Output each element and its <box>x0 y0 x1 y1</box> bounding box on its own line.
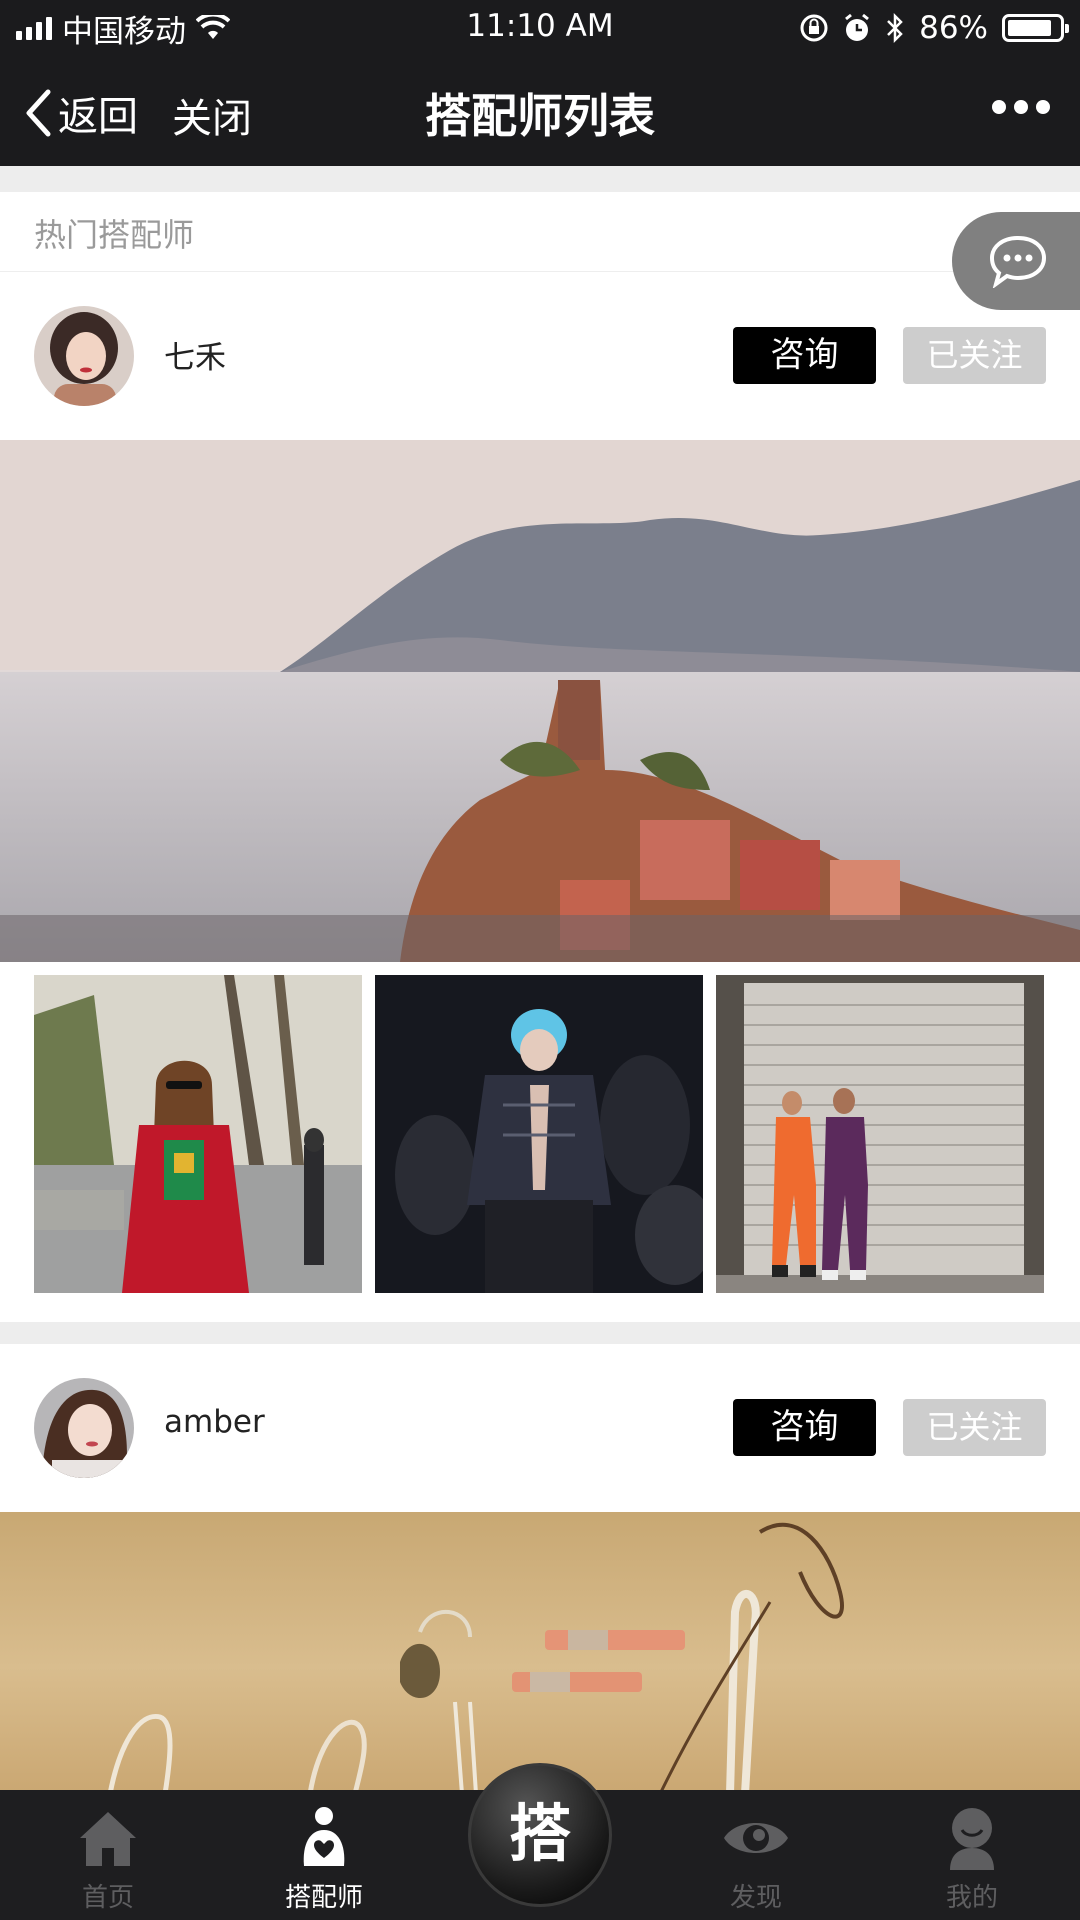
more-dot <box>992 100 1006 114</box>
look-thumbnail[interactable] <box>375 975 703 1293</box>
page-title: 搭配师列表 <box>425 89 655 143</box>
more-menu-button[interactable] <box>992 90 1050 124</box>
profile-icon <box>950 1808 994 1870</box>
battery-fill <box>1008 20 1051 36</box>
cover-image[interactable] <box>0 440 1080 962</box>
stylist-icon <box>303 1807 345 1866</box>
stylist-card: amber 咨询 已关注 <box>0 1344 1080 1794</box>
more-dot <box>1036 100 1050 114</box>
tab-profile[interactable]: 我的 <box>864 1790 1080 1920</box>
avatar[interactable] <box>34 306 134 406</box>
look-thumbnail[interactable] <box>34 975 362 1293</box>
battery-icon <box>1002 14 1069 42</box>
follow-button[interactable]: 已关注 <box>903 327 1046 384</box>
look-thumbnail[interactable] <box>716 975 1044 1293</box>
status-bar: 中国移动 11:10 AM 86% <box>0 0 1080 56</box>
follow-button[interactable]: 已关注 <box>903 1399 1046 1456</box>
stylist-card: 七禾 咨询 已关注 <box>0 272 1080 1322</box>
eye-icon <box>724 1823 788 1853</box>
battery-percent: 86% <box>919 10 988 46</box>
nav-bar: 返回 关闭 搭配师列表 <box>0 56 1080 166</box>
rotation-lock-icon <box>800 14 828 42</box>
customer-service-button[interactable] <box>952 212 1080 310</box>
tab-discover[interactable]: 发现 <box>648 1790 864 1920</box>
stylist-header: 七禾 咨询 已关注 <box>0 272 1080 440</box>
cover-image[interactable] <box>0 1512 1080 1794</box>
tab-home[interactable]: 首页 <box>0 1790 216 1920</box>
chat-bubble-icon <box>989 235 1047 288</box>
more-dot <box>1014 100 1028 114</box>
section-header: 热门搭配师 <box>0 192 1080 272</box>
avatar[interactable] <box>34 1378 134 1478</box>
tab-label: 发现 <box>729 1883 782 1913</box>
stylist-header: amber 咨询 已关注 <box>0 1344 1080 1512</box>
center-match-button[interactable]: 搭 <box>468 1763 612 1907</box>
status-right: 86% <box>799 8 1069 48</box>
tab-label: 首页 <box>81 1883 134 1913</box>
tab-label: 搭配师 <box>284 1883 363 1913</box>
section-title: 热门搭配师 <box>34 216 195 254</box>
consult-button[interactable]: 咨询 <box>733 1399 876 1456</box>
alarm-icon <box>845 13 870 41</box>
home-icon <box>80 1812 136 1866</box>
tab-label: 我的 <box>945 1883 998 1913</box>
look-thumbnails <box>34 975 1046 1293</box>
tab-stylist[interactable]: 搭配师 <box>216 1790 432 1920</box>
stylist-name: 七禾 <box>164 340 226 376</box>
stylist-name: amber <box>164 1404 265 1440</box>
bluetooth-icon <box>887 12 903 44</box>
consult-button[interactable]: 咨询 <box>733 327 876 384</box>
